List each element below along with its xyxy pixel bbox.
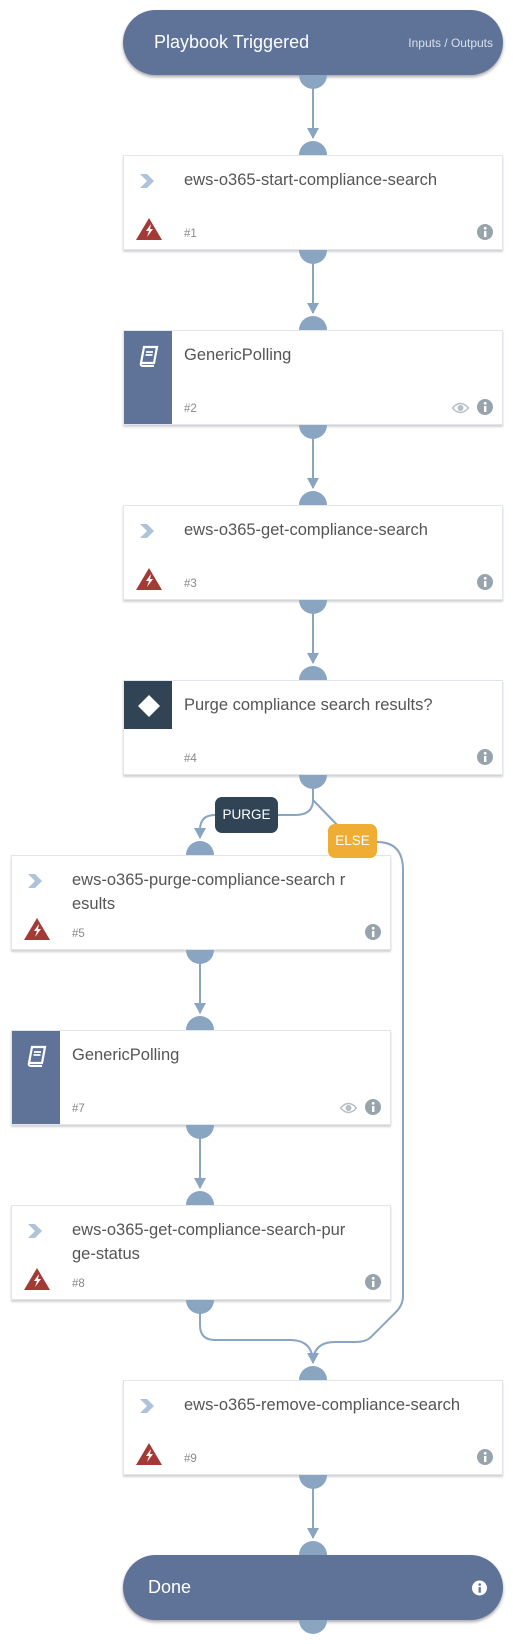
task-card[interactable]: ews-o365-start-compliance-search #1 — [123, 155, 503, 250]
arrowhead-3 — [307, 478, 319, 489]
playbook-side-bar — [124, 331, 172, 424]
chevron-right-icon — [140, 524, 154, 538]
info-icon[interactable] — [477, 749, 493, 765]
info-icon[interactable] — [365, 1274, 381, 1290]
chevron-right-icon — [28, 1224, 42, 1238]
condition-card[interactable]: Purge compliance search results? #4 — [123, 680, 503, 775]
task-card[interactable]: GenericPolling #2 — [123, 330, 503, 425]
end-node[interactable]: Done — [123, 1555, 503, 1620]
book-icon — [27, 1045, 47, 1067]
info-icon[interactable] — [477, 399, 493, 415]
info-icon[interactable] — [365, 1099, 381, 1115]
info-icon[interactable] — [472, 1580, 487, 1595]
task-title: ews-o365-start-compliance-search — [184, 171, 438, 189]
info-icon[interactable] — [365, 924, 381, 940]
arrowhead-1 — [307, 128, 319, 139]
condition-side-block — [124, 681, 172, 729]
start-node[interactable]: Playbook Triggered Inputs / Outputs — [123, 10, 503, 75]
task-title: ews-o365-purge-compliance-search results — [72, 871, 346, 913]
task-title: ews-o365-get-compliance-search-purge-sta… — [72, 1221, 346, 1263]
task-title: ews-o365-get-compliance-search — [184, 521, 428, 539]
edge-8-to-9 — [199, 1310, 314, 1364]
task-number: #3 — [184, 578, 197, 590]
task-number: #2 — [184, 403, 197, 415]
warning-icon[interactable] — [136, 218, 162, 240]
task-card[interactable]: ews-o365-purge-compliance-search results… — [11, 855, 391, 950]
start-node-title: Playbook Triggered — [154, 32, 310, 52]
end-node-title: Done — [148, 1577, 192, 1597]
edge-4-purge — [275, 785, 314, 816]
task-title: GenericPolling — [184, 346, 292, 364]
task-number: #7 — [72, 1103, 85, 1115]
book-icon — [139, 345, 159, 367]
chevron-right-icon — [28, 874, 42, 888]
inputs-outputs-link[interactable]: Inputs / Outputs — [408, 36, 493, 50]
info-icon[interactable] — [477, 224, 493, 240]
task-card[interactable]: ews-o365-remove-compliance-search #9 — [123, 1380, 503, 1475]
arrowhead-8 — [194, 1178, 206, 1189]
task-card[interactable]: ews-o365-get-compliance-search-purge-sta… — [11, 1205, 391, 1300]
task-number: #1 — [184, 228, 197, 240]
task-number: #5 — [72, 928, 85, 940]
arrowhead-9 — [307, 1353, 319, 1364]
branch-label-purge[interactable]: PURGE — [215, 797, 278, 833]
warning-icon[interactable] — [24, 1268, 50, 1290]
eye-icon[interactable] — [340, 1102, 357, 1114]
condition-title: Purge compliance search results? — [184, 696, 433, 714]
arrowhead-4 — [307, 653, 319, 664]
warning-icon[interactable] — [24, 918, 50, 940]
task-number: #9 — [184, 1453, 197, 1465]
info-icon[interactable] — [477, 574, 493, 590]
task-number: #8 — [72, 1278, 85, 1290]
arrowhead-7 — [194, 1003, 206, 1014]
task-number: #4 — [184, 753, 197, 765]
task-card[interactable]: ews-o365-get-compliance-search #3 — [123, 505, 503, 600]
task-title: ews-o365-remove-compliance-search — [184, 1396, 461, 1414]
diamond-icon — [138, 695, 160, 717]
info-icon[interactable] — [477, 1449, 493, 1465]
task-card[interactable]: GenericPolling #7 — [11, 1030, 391, 1125]
arrowhead-2 — [307, 303, 319, 314]
eye-icon[interactable] — [452, 402, 469, 414]
task-title: GenericPolling — [72, 1046, 180, 1064]
chevron-right-icon — [140, 1399, 154, 1413]
branch-label-else[interactable]: ELSE — [328, 824, 377, 858]
arrowhead-5 — [194, 828, 206, 839]
arrowhead-end — [307, 1528, 319, 1539]
chevron-right-icon — [140, 174, 154, 188]
warning-icon[interactable] — [136, 1443, 162, 1465]
warning-icon[interactable] — [136, 568, 162, 590]
playbook-side-bar — [12, 1031, 60, 1124]
